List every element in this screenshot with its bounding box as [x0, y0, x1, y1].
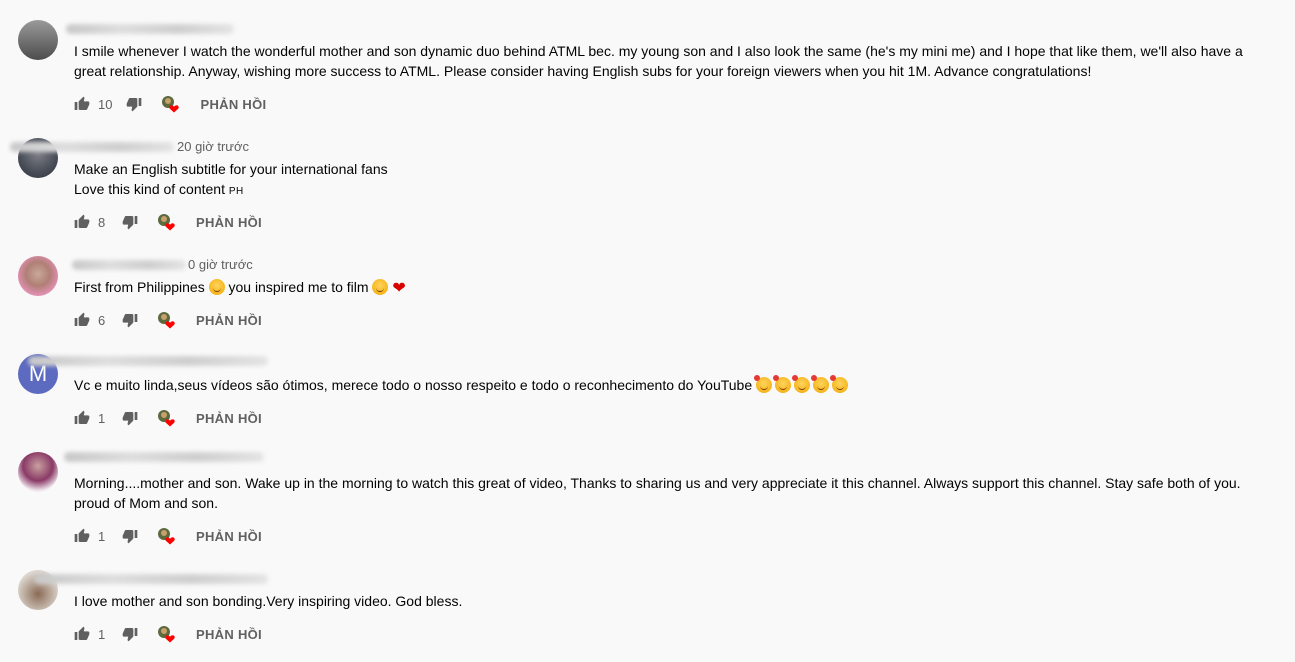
comment-actions: 10 PHẢN HỒI — [74, 94, 266, 114]
thumbs-down-icon[interactable] — [122, 528, 138, 544]
reply-button[interactable]: PHẢN HỒI — [196, 411, 262, 426]
smiling-face-emoji — [208, 279, 225, 295]
thumbs-up-icon[interactable] — [74, 626, 90, 642]
reply-button[interactable]: PHẢN HỒI — [196, 627, 262, 642]
creator-heart-icon — [156, 408, 176, 428]
author-name-blurred[interactable] — [64, 452, 264, 462]
timestamp[interactable]: 0 giờ trước — [188, 257, 253, 272]
comment-text: I love mother and son bonding.Very inspi… — [74, 593, 463, 609]
thumbs-up-icon[interactable] — [74, 410, 90, 426]
thumbs-up-icon[interactable] — [74, 214, 90, 230]
like-count: 6 — [98, 312, 106, 328]
smiling-face-with-hearts-emoji — [792, 375, 811, 393]
like-count: 1 — [98, 626, 106, 642]
reply-button[interactable]: PHẢN HỒI — [196, 215, 262, 230]
like-count: 1 — [98, 410, 106, 426]
comment-actions: 8 PHẢN HỒI — [74, 212, 262, 232]
comment-text: Morning....mother and son. Wake up in th… — [74, 475, 1241, 511]
thumbs-up-icon[interactable] — [74, 312, 90, 328]
thumbs-down-icon[interactable] — [122, 312, 138, 328]
author-name-blurred[interactable] — [66, 24, 234, 34]
red-heart-emoji: ❤ — [392, 280, 406, 297]
avatar[interactable] — [18, 256, 58, 296]
comment-actions: 1 PHẢN HỒI — [74, 624, 262, 644]
author-name-blurred[interactable] — [10, 142, 174, 152]
comment-text: Vc e muito linda,seus vídeos são ótimos,… — [74, 375, 1254, 395]
comment-actions: 1 PHẢN HỒI — [74, 408, 262, 428]
creator-heart-icon — [156, 310, 176, 330]
author-name-blurred[interactable] — [72, 260, 186, 270]
smiling-face-with-hearts-emoji — [811, 375, 830, 393]
comment-text: I smile whenever I watch the wonderful m… — [74, 43, 1243, 79]
author-name-blurred[interactable] — [34, 574, 268, 584]
creator-heart-icon — [160, 94, 180, 114]
creator-heart-icon — [156, 526, 176, 546]
timestamp[interactable]: 20 giờ trước — [177, 139, 249, 154]
thumbs-up-icon[interactable] — [74, 528, 90, 544]
smiling-face-with-hearts-emoji — [830, 375, 849, 393]
thumbs-down-icon[interactable] — [122, 214, 138, 230]
reply-button[interactable]: PHẢN HỒI — [200, 97, 266, 112]
thumbs-down-icon[interactable] — [122, 410, 138, 426]
reply-button[interactable]: PHẢN HỒI — [196, 529, 262, 544]
like-count: 8 — [98, 214, 106, 230]
thumbs-down-icon[interactable] — [126, 96, 142, 112]
comment-text: Make an English subtitle for your intern… — [74, 161, 388, 197]
thumbs-down-icon[interactable] — [122, 626, 138, 642]
comment-text: First from Philippines you inspired me t… — [74, 279, 406, 297]
flag-text: PH — [228, 186, 244, 197]
creator-heart-icon — [156, 212, 176, 232]
smiling-face-emoji — [372, 279, 389, 295]
comment-actions: 6 PHẢN HỒI — [74, 310, 262, 330]
reply-button[interactable]: PHẢN HỒI — [196, 313, 262, 328]
like-count: 1 — [98, 528, 106, 544]
thumbs-up-icon[interactable] — [74, 96, 90, 112]
author-name-blurred[interactable] — [28, 356, 268, 366]
like-count: 10 — [98, 96, 113, 112]
avatar[interactable] — [18, 20, 58, 60]
comment-actions: 1 PHẢN HỒI — [74, 526, 262, 546]
smiling-face-with-hearts-emoji — [754, 375, 773, 393]
avatar[interactable] — [18, 452, 58, 492]
creator-heart-icon — [156, 624, 176, 644]
smiling-face-with-hearts-emoji — [773, 375, 792, 393]
